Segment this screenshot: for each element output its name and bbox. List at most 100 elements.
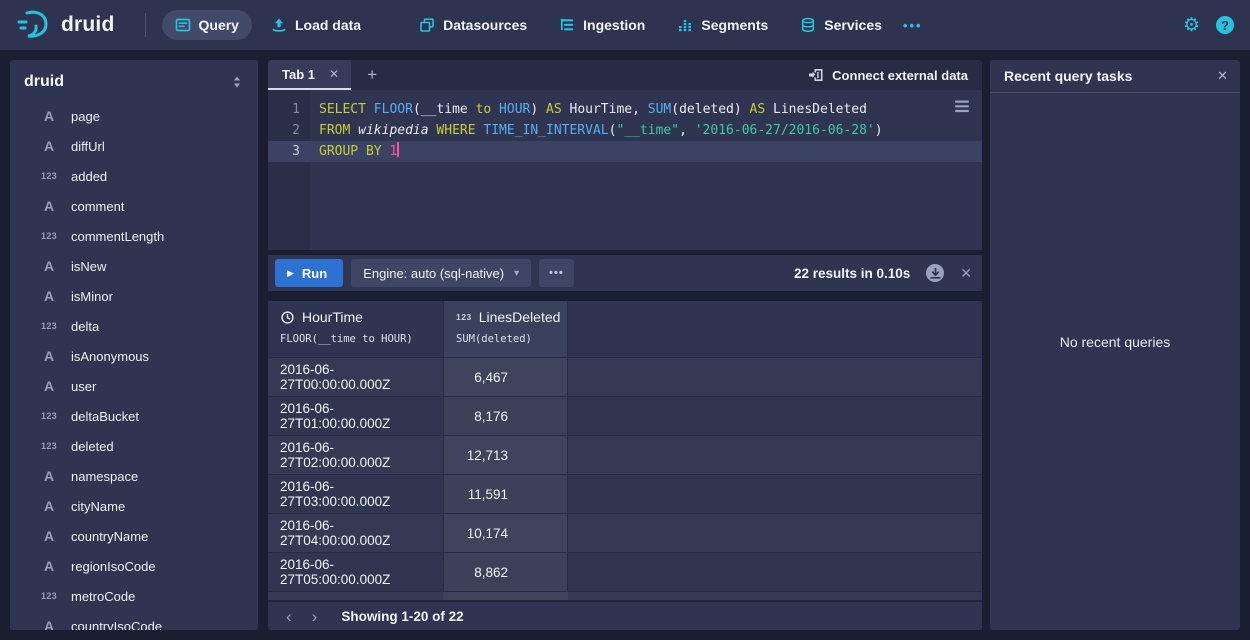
cell-hourtime[interactable]: 2016-06-27T02:00:00.000Z: [268, 436, 443, 474]
tab-close-icon[interactable]: ✕: [329, 67, 339, 81]
run-bar: ▶ Run Engine: auto (sql-native) ▾ ••• 22…: [268, 255, 982, 291]
cell-hourtime[interactable]: 2016-06-27T01:00:00.000Z: [268, 397, 443, 435]
number-type-icon: 123: [36, 231, 62, 241]
connect-external-data-label: Connect external data: [832, 68, 968, 83]
cell-linesdeleted[interactable]: 8,862: [443, 553, 568, 591]
code-line-1[interactable]: SELECT FLOOR(__time to HOUR) AS HourTime…: [310, 99, 982, 120]
sidebar-column-added[interactable]: 123added: [10, 161, 258, 191]
sidebar-column-isNew[interactable]: AisNew: [10, 251, 258, 281]
nav-item-ingestion[interactable]: Ingestion: [546, 10, 658, 40]
druid-logo[interactable]: druid: [16, 9, 115, 41]
sidebar-column-metroCode[interactable]: 123metroCode: [10, 581, 258, 611]
run-button[interactable]: ▶ Run: [275, 259, 343, 287]
nav-item-query[interactable]: Query: [162, 10, 252, 40]
code-token: ): [530, 102, 546, 117]
table-row: 2016-06-27T04:00:00.000Z10,174: [268, 513, 982, 552]
column-name: comment: [62, 199, 124, 214]
code-token: 1: [389, 144, 397, 159]
code-token: TIME_IN_INTERVAL: [483, 123, 608, 138]
editor-menu-icon[interactable]: [954, 100, 970, 117]
query-more-button[interactable]: •••: [539, 259, 574, 287]
nav-item-datasources[interactable]: Datasources: [406, 10, 540, 40]
cell-linesdeleted[interactable]: 10,174: [443, 514, 568, 552]
code-token: LinesDeleted: [773, 102, 867, 117]
editor-code-area[interactable]: SELECT FLOOR(__time to HOUR) AS HourTime…: [310, 90, 982, 250]
sidebar-column-diffUrl[interactable]: AdiffUrl: [10, 131, 258, 161]
cell-hourtime[interactable]: 2016-06-27T04:00:00.000Z: [268, 514, 443, 552]
connect-external-data-icon: [808, 67, 824, 83]
nav-item-label: Datasources: [443, 17, 527, 33]
sidebar-column-countryName[interactable]: AcountryName: [10, 521, 258, 551]
code-line-3[interactable]: GROUP BY 1: [310, 141, 982, 162]
string-type-icon: A: [36, 528, 62, 544]
code-token: GROUP BY: [319, 144, 389, 159]
column-header-linesdeleted[interactable]: 123 LinesDeleted SUM(deleted): [443, 301, 568, 357]
sidebar-column-cityName[interactable]: AcityName: [10, 491, 258, 521]
tasks-empty-state: No recent queries: [990, 334, 1240, 350]
sql-editor[interactable]: 123 SELECT FLOOR(__time to HOUR) AS Hour…: [268, 90, 982, 250]
settings-gear-icon[interactable]: ⚙: [1183, 16, 1200, 35]
sidebar-column-isMinor[interactable]: AisMinor: [10, 281, 258, 311]
sidebar-column-comment[interactable]: Acomment: [10, 191, 258, 221]
code-token: wikipedia: [358, 123, 428, 138]
code-line-2[interactable]: FROM wikipedia WHERE TIME_IN_INTERVAL("_…: [310, 120, 982, 141]
sidebar-column-namespace[interactable]: Anamespace: [10, 461, 258, 491]
clock-icon: [280, 310, 295, 325]
column-name: namespace: [62, 469, 138, 484]
code-token: AS: [546, 102, 569, 117]
connect-external-data-button[interactable]: Connect external data: [794, 60, 982, 90]
console-icon: [175, 17, 191, 33]
cell-hourtime[interactable]: 2016-06-27T03:00:00.000Z: [268, 475, 443, 513]
tab-1[interactable]: Tab 1 ✕: [268, 60, 351, 90]
engine-select[interactable]: Engine: auto (sql-native) ▾: [351, 259, 531, 287]
cell-hourtime[interactable]: 2016-06-27T00:00:00.000Z: [268, 358, 443, 396]
results-footer: ‹ › Showing 1-20 of 22: [268, 600, 982, 630]
help-icon[interactable]: ?: [1216, 16, 1234, 34]
cell-linesdeleted[interactable]: 8,176: [443, 397, 568, 435]
number-type-icon: 123: [36, 171, 62, 181]
nav-item-services[interactable]: Services: [787, 10, 895, 40]
cell-linesdeleted[interactable]: 11,591: [443, 475, 568, 513]
add-tab-button[interactable]: +: [351, 60, 393, 90]
tasks-panel-close-icon[interactable]: ✕: [1217, 68, 1228, 84]
sidebar-column-deleted[interactable]: 123deleted: [10, 431, 258, 461]
number-type-icon: 123: [36, 591, 62, 601]
results-table: HourTime FLOOR(__time to HOUR) 123 Lines…: [268, 301, 982, 600]
string-type-icon: A: [36, 108, 62, 124]
nav-item-segments[interactable]: Segments: [664, 10, 781, 40]
sidebar-column-countryIsoCode[interactable]: AcountryIsoCode: [10, 611, 258, 630]
close-results-icon[interactable]: ✕: [960, 265, 972, 282]
sidebar-column-deltaBucket[interactable]: 123deltaBucket: [10, 401, 258, 431]
column-header-hourtime[interactable]: HourTime FLOOR(__time to HOUR): [268, 301, 443, 357]
brand-name: druid: [61, 13, 115, 37]
cell-linesdeleted[interactable]: 12,713: [443, 436, 568, 474]
sidebar-column-commentLength[interactable]: 123commentLength: [10, 221, 258, 251]
services-icon: [800, 17, 816, 33]
column-name: commentLength: [62, 229, 164, 244]
sidebar-column-regionIsoCode[interactable]: AregionIsoCode: [10, 551, 258, 581]
nav-item-label: Services: [824, 17, 882, 33]
sort-double-caret-icon[interactable]: [230, 74, 244, 90]
column-name: page: [62, 109, 100, 124]
next-page-button[interactable]: ›: [302, 608, 328, 625]
sidebar-column-isAnonymous[interactable]: AisAnonymous: [10, 341, 258, 371]
table-row: 2016-06-27T00:00:00.000Z6,467: [268, 357, 982, 396]
code-token: ,: [679, 123, 695, 138]
sidebar-column-page[interactable]: Apage: [10, 101, 258, 131]
schema-sidebar: druid ApageAdiffUrl123addedAcomment123co…: [10, 60, 258, 630]
table-row: 2016-06-27T02:00:00.000Z12,713: [268, 435, 982, 474]
download-results-icon[interactable]: [926, 264, 944, 282]
cell-hourtime[interactable]: 2016-06-27T05:00:00.000Z: [268, 553, 443, 591]
sidebar-column-user[interactable]: Auser: [10, 371, 258, 401]
text-cursor: [397, 142, 399, 157]
code-token: (deleted): [671, 102, 749, 117]
nav-item-label: Segments: [701, 17, 768, 33]
nav-item-load-data[interactable]: Load data: [258, 10, 374, 40]
nav-more-button[interactable]: •••: [895, 12, 931, 39]
prev-page-button[interactable]: ‹: [276, 608, 302, 625]
cell-linesdeleted[interactable]: 6,467: [443, 358, 568, 396]
sidebar-column-delta[interactable]: 123delta: [10, 311, 258, 341]
tab-bar: Tab 1 ✕ + Connect external data: [268, 60, 982, 90]
string-type-icon: A: [36, 138, 62, 154]
column-name: regionIsoCode: [62, 559, 156, 574]
